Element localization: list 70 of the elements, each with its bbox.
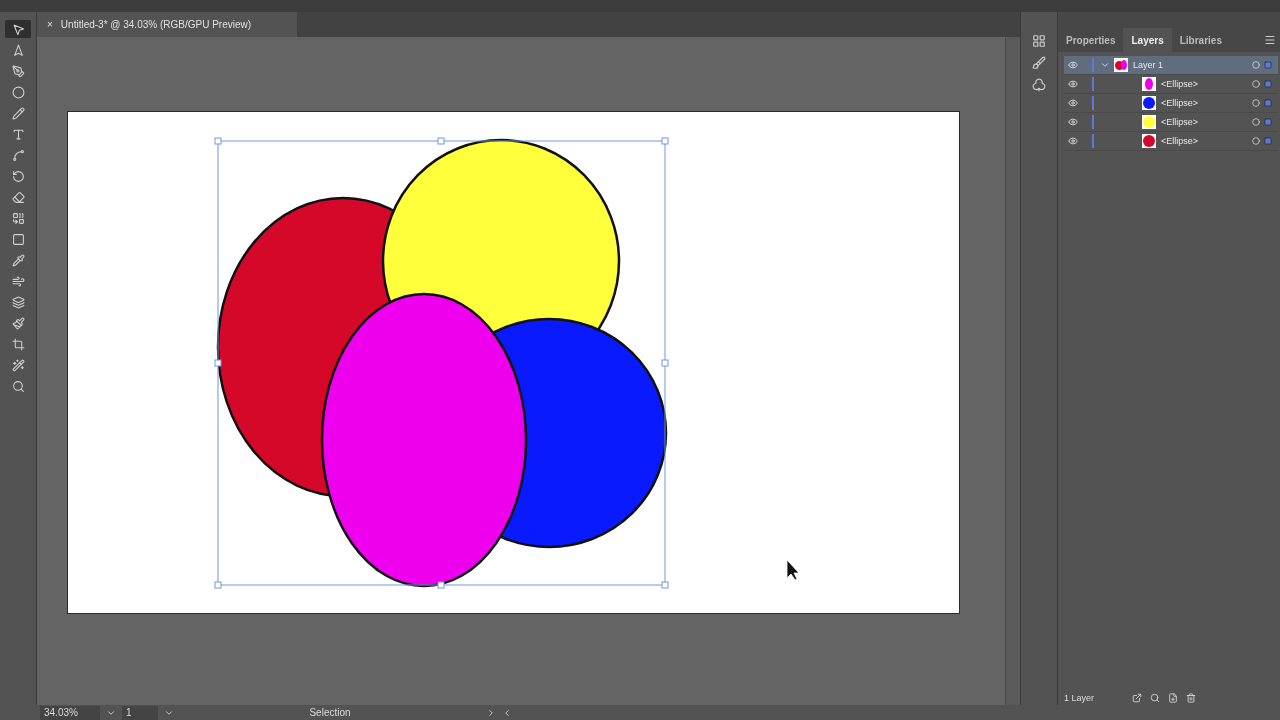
selection-bounding-box[interactable]	[214, 137, 669, 589]
ellipse-thumbnail	[1142, 77, 1156, 91]
selection-square-icon[interactable]	[1264, 118, 1272, 126]
eye-icon[interactable]	[1068, 117, 1078, 127]
close-tab-button[interactable]: ×	[47, 19, 53, 30]
arc-icon	[11, 148, 25, 162]
pen-icon	[11, 64, 25, 78]
target-icon[interactable]	[1252, 80, 1260, 88]
panel-tab[interactable]: Libraries	[1171, 28, 1230, 52]
crop-icon	[11, 337, 25, 351]
layer-row[interactable]: Layer 1	[1064, 56, 1278, 75]
selection-square-icon[interactable]	[1264, 61, 1272, 69]
panel-tab[interactable]: Properties	[1058, 28, 1124, 52]
layers-icon	[11, 295, 25, 309]
new-layer-icon[interactable]	[1168, 692, 1178, 703]
eraser-icon	[11, 190, 25, 204]
menu-icon[interactable]	[1264, 34, 1276, 46]
sublayer-name: <Ellipse>	[1161, 79, 1200, 89]
ellipse-thumbnail	[1142, 115, 1156, 129]
eyedropper-icon	[11, 253, 25, 267]
search-icon[interactable]	[1150, 692, 1160, 703]
document-tab[interactable]: × Untitled-3* @ 34.03% (RGB/GPU Preview)	[37, 12, 297, 37]
vertical-scrollbar[interactable]	[1005, 37, 1020, 705]
ellipse-thumbnail	[1142, 96, 1156, 110]
sublayer-row[interactable]: <Ellipse>	[1064, 94, 1278, 113]
wand-icon	[11, 358, 25, 372]
paintbrush-icon	[11, 316, 25, 330]
zoom-icon	[11, 379, 25, 393]
artboard-field[interactable]: 1	[122, 705, 158, 720]
selection-square-icon[interactable]	[1264, 99, 1272, 107]
panel-tab[interactable]: Layers	[1123, 28, 1172, 52]
ellipse-icon	[11, 85, 25, 99]
sublayer-name: <Ellipse>	[1161, 98, 1200, 108]
layer-count: 1 Layer	[1064, 692, 1096, 703]
eye-icon[interactable]	[1068, 60, 1078, 70]
wind-icon	[11, 274, 25, 288]
mouse-cursor-icon	[786, 559, 800, 581]
target-icon[interactable]	[1252, 118, 1260, 126]
arrow-icon	[11, 43, 25, 57]
grid-icon[interactable]	[1032, 34, 1046, 48]
square-icon	[11, 232, 25, 246]
selection-tool-button[interactable]	[5, 20, 31, 38]
eye-icon[interactable]	[1068, 79, 1078, 89]
rotate-icon	[11, 169, 25, 183]
type-icon	[11, 127, 25, 141]
pointer-icon	[11, 22, 25, 36]
layer-name: Layer 1	[1133, 60, 1165, 70]
trash-icon[interactable]	[1186, 692, 1196, 703]
sublayer-row[interactable]: <Ellipse>	[1064, 113, 1278, 132]
layer-thumbnail	[1114, 58, 1128, 72]
pencil-icon	[11, 106, 25, 120]
ellipse-thumbnail	[1142, 134, 1156, 148]
sublayer-name: <Ellipse>	[1161, 136, 1200, 146]
eye-icon[interactable]	[1068, 98, 1078, 108]
club-icon[interactable]	[1032, 78, 1046, 92]
selection-square-icon[interactable]	[1264, 80, 1272, 88]
eye-icon[interactable]	[1068, 136, 1078, 146]
selection-square-icon[interactable]	[1264, 137, 1272, 145]
shapes-icon	[11, 211, 25, 225]
zoom-field[interactable]: 34.03%	[40, 705, 100, 720]
sublayer-name: <Ellipse>	[1161, 117, 1200, 127]
export-icon[interactable]	[1132, 692, 1142, 703]
brush-icon[interactable]	[1032, 56, 1046, 70]
sublayer-row[interactable]: <Ellipse>	[1064, 75, 1278, 94]
current-tool-label: Selection	[308, 707, 352, 718]
target-icon[interactable]	[1252, 137, 1260, 145]
target-icon[interactable]	[1252, 99, 1260, 107]
document-title: Untitled-3* @ 34.03% (RGB/GPU Preview)	[60, 19, 252, 30]
sublayer-row[interactable]: <Ellipse>	[1064, 132, 1278, 151]
target-icon[interactable]	[1252, 61, 1260, 69]
